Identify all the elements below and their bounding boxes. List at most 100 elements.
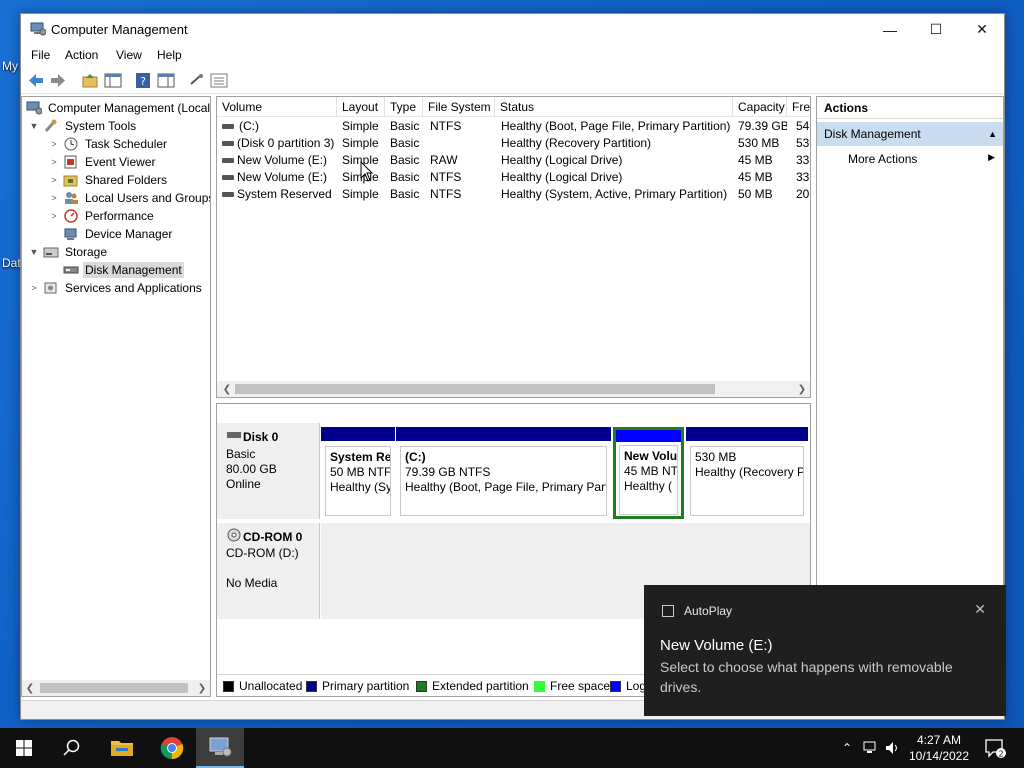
autoplay-notification[interactable]: AutoPlay ✕ New Volume (E:) Select to cho… (644, 585, 1006, 716)
cdrom-drive: CD-ROM (D:) (226, 546, 299, 560)
free-space-cell: 33 (796, 153, 810, 167)
title-bar: Computer Management — ☐ ✕ (21, 14, 1004, 45)
computer-management-icon (209, 737, 232, 757)
table-row[interactable]: New Volume (E:) Simple Basic RAW Healthy… (217, 152, 810, 169)
menu-file[interactable]: File (31, 48, 50, 62)
show-hide-tree-icon[interactable] (104, 72, 122, 89)
menu-help[interactable]: Help (157, 48, 182, 62)
toolbar: ? (21, 67, 1004, 94)
column-header-type[interactable]: Type (385, 97, 423, 117)
submenu-arrow-icon[interactable]: ▶ (988, 152, 995, 163)
tree-item-device-manager[interactable]: Device Manager (63, 225, 174, 243)
column-header-volume[interactable]: Volume (217, 97, 337, 117)
disk-0-info[interactable]: Disk 0 Basic 80.00 GB Online (217, 423, 320, 519)
tree-label: Shared Folders (85, 173, 168, 187)
table-row[interactable]: System Reserved Simple Basic NTFS Health… (217, 186, 810, 203)
help-icon[interactable]: ? (134, 72, 152, 89)
column-header-capacity[interactable]: Capacity (733, 97, 787, 117)
volume-list-horizontal-scrollbar[interactable]: ❮ ❯ (217, 381, 810, 397)
toast-app-name: AutoPlay (684, 604, 733, 618)
tree-item-task-scheduler[interactable]: > Task Scheduler (48, 135, 169, 153)
partition-size: 45 MB NT (624, 464, 678, 478)
computer-management-taskbar-button[interactable] (196, 728, 244, 768)
tree-item-system-tools[interactable]: ▼ System Tools (28, 117, 138, 135)
chevron-right-icon[interactable]: > (48, 211, 60, 221)
tree-horizontal-scrollbar[interactable]: ❮ ❯ (22, 680, 210, 696)
list-view-icon[interactable] (210, 72, 228, 89)
legend-extended-partition: Extended partition (416, 679, 529, 693)
notification-count: 2 (998, 750, 1003, 759)
drive-icon (222, 124, 234, 129)
up-folder-icon[interactable] (81, 72, 99, 89)
file-explorer-button[interactable] (98, 728, 146, 768)
chevron-right-icon[interactable]: > (48, 157, 60, 167)
actions-section-disk-management[interactable]: Disk Management ▲ (817, 122, 1003, 146)
table-row[interactable]: (C:) Simple Basic NTFS Healthy (Boot, Pa… (217, 118, 810, 135)
volume-cell: (C:) (239, 119, 259, 133)
connect-icon[interactable] (188, 72, 206, 89)
collapse-up-icon[interactable]: ▲ (988, 122, 997, 146)
tree-item-disk-management[interactable]: Disk Management (63, 261, 184, 279)
tree-item-services-applications[interactable]: > Services and Applications (28, 279, 204, 297)
column-header-file-system[interactable]: File System (423, 97, 495, 117)
tree-item-shared-folders[interactable]: > Shared Folders (48, 171, 169, 189)
chevron-right-icon[interactable]: > (48, 139, 60, 149)
partition-new-volume-selected[interactable]: New Volu 45 MB NT Healthy ( (613, 427, 684, 519)
chevron-right-icon[interactable]: > (28, 283, 40, 293)
column-header-free-space[interactable]: Fre (787, 97, 810, 117)
chevron-right-icon[interactable]: > (48, 175, 60, 185)
tree-item-computer-management[interactable]: Computer Management (Local (26, 99, 210, 117)
close-icon[interactable]: ✕ (974, 601, 986, 618)
scrollbar-thumb[interactable] (40, 683, 188, 693)
chevron-down-icon[interactable]: ▼ (28, 121, 40, 131)
tree-item-local-users-groups[interactable]: > Local Users and Groups (48, 189, 210, 207)
chrome-button[interactable] (148, 728, 196, 768)
system-clock[interactable]: 4:27 AM 10/14/2022 (900, 732, 978, 764)
storage-icon (43, 247, 59, 258)
properties-view-icon[interactable] (157, 72, 175, 89)
menu-action[interactable]: Action (65, 48, 98, 62)
scrollbar-thumb[interactable] (235, 384, 715, 394)
partition-size: 79.39 GB NTFS (405, 465, 491, 479)
disk-0-name: Disk 0 (243, 430, 279, 444)
table-row[interactable]: New Volume (E:) Simple Basic NTFS Health… (217, 169, 810, 186)
legend-primary-partition: Primary partition (306, 679, 409, 693)
search-button[interactable] (48, 728, 96, 768)
partition-c-drive[interactable]: (C:) 79.39 GB NTFS Healthy (Boot, Page F… (396, 427, 611, 519)
partition-recovery[interactable]: 530 MB Healthy (Recovery P (686, 427, 808, 519)
start-button[interactable] (0, 728, 48, 768)
tree-item-performance[interactable]: > Performance (48, 207, 156, 225)
tree-item-event-viewer[interactable]: > Event Viewer (48, 153, 157, 171)
services-icon (44, 282, 57, 294)
performance-icon (64, 209, 78, 223)
menu-view[interactable]: View (116, 48, 142, 62)
partition-system-reserved[interactable]: System Re 50 MB NTFS Healthy (Sy (321, 427, 395, 519)
close-button[interactable]: ✕ (959, 14, 1004, 45)
minimize-button[interactable]: — (867, 14, 913, 45)
scroll-right-icon[interactable]: ❯ (194, 680, 210, 696)
cdrom-0-info[interactable]: CD-ROM 0 CD-ROM (D:) No Media (217, 523, 320, 619)
folder-icon (111, 741, 133, 756)
tree-item-storage[interactable]: ▼ Storage (28, 243, 109, 261)
file-system-cell: NTFS (430, 187, 462, 201)
scroll-right-icon[interactable]: ❯ (794, 381, 810, 397)
navigation-tree: Computer Management (Local ▼ System Tool… (21, 96, 211, 697)
action-center-button[interactable]: 2 (980, 728, 1010, 768)
status-cell: Healthy (Logical Drive) (501, 170, 623, 184)
more-actions-item[interactable]: More Actions (848, 148, 917, 170)
drive-icon (222, 175, 234, 180)
chevron-down-icon[interactable]: ▼ (28, 247, 40, 257)
chevron-right-icon[interactable]: > (48, 193, 60, 203)
scroll-left-icon[interactable]: ❮ (219, 381, 235, 397)
scroll-left-icon[interactable]: ❮ (22, 680, 38, 696)
tray-overflow-chevron-up-icon[interactable]: ⌃ (838, 728, 856, 768)
network-icon[interactable] (860, 728, 882, 768)
partition-size: 50 MB NTFS (330, 465, 391, 479)
disk-0-partitions: System Re 50 MB NTFS Healthy (Sy (C:) 79… (321, 427, 810, 519)
column-header-layout[interactable]: Layout (337, 97, 385, 117)
column-header-status[interactable]: Status (495, 97, 733, 117)
maximize-button[interactable]: ☐ (913, 14, 959, 45)
forward-arrow-icon[interactable] (49, 72, 67, 89)
table-row[interactable]: (Disk 0 partition 3) Simple Basic Health… (217, 135, 810, 152)
back-arrow-icon[interactable] (27, 72, 45, 89)
